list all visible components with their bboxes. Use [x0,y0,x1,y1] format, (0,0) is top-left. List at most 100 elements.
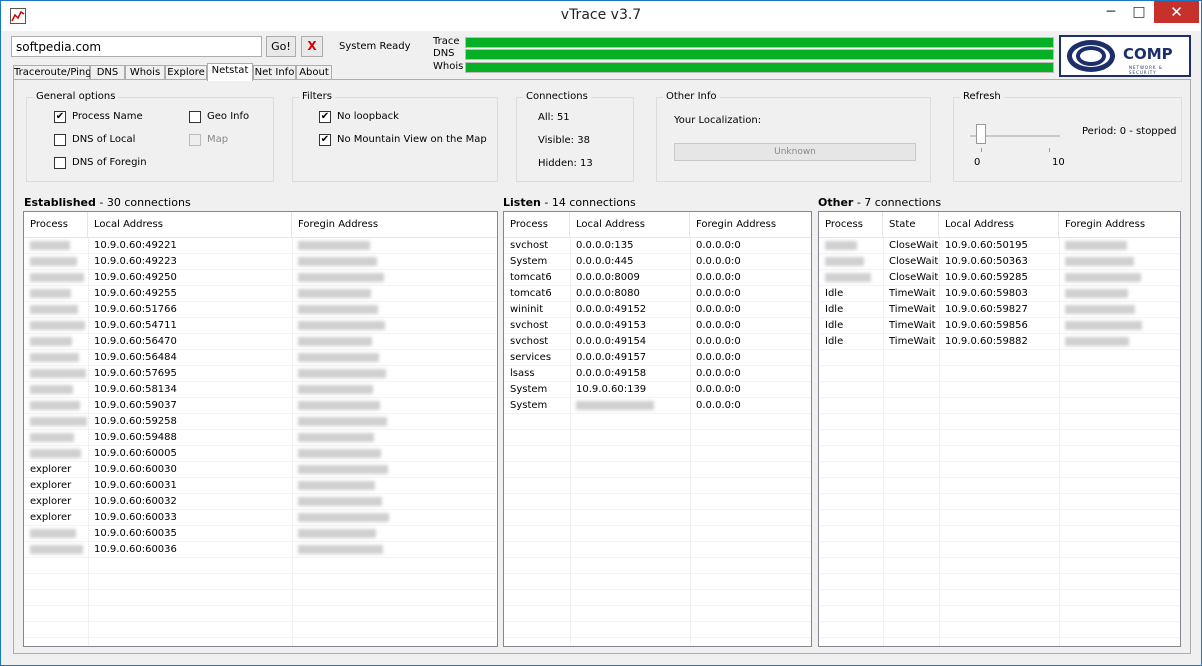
table-row[interactable]: 10.9.0.60:49221 [24,238,497,254]
localization-button[interactable]: Unknown [674,143,916,161]
table-cell-foreign: 0.0.0.0:0 [696,272,741,283]
table-cell-process [24,414,88,430]
other-col-foreign[interactable]: Foregin Address [1059,212,1180,238]
table-cell-foreign [292,350,497,366]
table-row[interactable]: System 0.0.0.0:445 0.0.0.0:0 [504,254,811,270]
table-row[interactable]: CloseWait 10.9.0.60:50195 [819,238,1180,254]
table-cell-local: 0.0.0.0:8080 [576,288,640,299]
established-list[interactable]: Process Local Address Foregin Address 10… [23,211,498,647]
other-col-local[interactable]: Local Address [939,212,1059,238]
status-text: System Ready [339,41,411,52]
no-loopback-checkbox-box[interactable]: ✔ [319,111,331,123]
process-name-checkbox-box[interactable]: ✔ [54,111,66,123]
table-row[interactable]: 10.9.0.60:57695 [24,366,497,382]
tab-netstat[interactable]: Netstat [207,63,253,81]
table-row[interactable]: 10.9.0.60:49255 [24,286,497,302]
table-row[interactable]: 10.9.0.60:51766 [24,302,497,318]
table-row [504,574,811,590]
table-cell-foreign [292,270,497,286]
connections-hidden: Hidden: 13 [538,158,593,169]
other-col-process[interactable]: Process [819,212,883,238]
refresh-slider-thumb[interactable] [976,124,986,144]
table-cell-local: 10.9.0.60:60033 [94,512,177,523]
established-col-foreign[interactable]: Foregin Address [292,212,497,238]
table-row[interactable]: 10.9.0.60:59488 [24,430,497,446]
table-cell-foreign [292,446,497,462]
table-row[interactable]: System 0.0.0.0:0 [504,398,811,414]
redacted-text [1065,256,1134,266]
table-row[interactable]: svchost 0.0.0.0:49153 0.0.0.0:0 [504,318,811,334]
tab-whois[interactable]: Whois [125,65,165,80]
table-row[interactable]: svchost 0.0.0.0:135 0.0.0.0:0 [504,238,811,254]
table-row[interactable]: 10.9.0.60:60005 [24,446,497,462]
table-cell-foreign [292,414,497,430]
tab-net-info[interactable]: Net Info [253,65,296,80]
table-row[interactable]: svchost 0.0.0.0:49154 0.0.0.0:0 [504,334,811,350]
redacted-text [30,304,78,314]
table-row[interactable]: 10.9.0.60:60036 [24,542,497,558]
table-row[interactable]: 10.9.0.60:49223 [24,254,497,270]
table-cell-foreign: 0.0.0.0:0 [696,368,741,379]
maximize-button[interactable]: □ [1126,1,1152,23]
table-row[interactable]: tomcat6 0.0.0.0:8009 0.0.0.0:0 [504,270,811,286]
tab-dns[interactable]: DNS [90,65,125,80]
refresh-group: Refresh 0 10 Period: 0 - stopped [953,91,1182,182]
table-row[interactable]: CloseWait 10.9.0.60:50363 [819,254,1180,270]
table-row [819,462,1180,478]
table-row[interactable]: tomcat6 0.0.0.0:8080 0.0.0.0:0 [504,286,811,302]
table-row[interactable]: Idle TimeWait 10.9.0.60:59803 [819,286,1180,302]
established-col-local[interactable]: Local Address [88,212,292,238]
table-row[interactable]: 10.9.0.60:56484 [24,350,497,366]
no-mountain-view-checkbox-box[interactable]: ✔ [319,134,331,146]
table-cell-foreign [292,334,497,350]
table-row[interactable]: 10.9.0.60:56470 [24,334,497,350]
listen-list[interactable]: Process Local Address Foregin Address sv… [503,211,812,647]
redacted-text [30,336,72,346]
geo-info-checkbox-box[interactable] [189,111,201,123]
stop-button[interactable]: X [301,36,323,57]
listen-col-process[interactable]: Process [504,212,570,238]
table-row[interactable]: CloseWait 10.9.0.60:59285 [819,270,1180,286]
listen-col-local[interactable]: Local Address [570,212,690,238]
table-row[interactable]: 10.9.0.60:54711 [24,318,497,334]
table-row[interactable]: wininit 0.0.0.0:49152 0.0.0.0:0 [504,302,811,318]
redacted-text [30,432,74,442]
go-button[interactable]: Go! [266,36,296,57]
other-list[interactable]: Process State Local Address Foregin Addr… [818,211,1181,647]
table-row[interactable]: explorer 10.9.0.60:60030 [24,462,497,478]
table-row [504,446,811,462]
table-cell-foreign [292,382,497,398]
table-row[interactable]: 10.9.0.60:49250 [24,270,497,286]
tab-explore[interactable]: Explore [165,65,207,80]
filters-title: Filters [299,91,335,102]
redacted-text [30,448,81,458]
tab-traceroute-ping[interactable]: Traceroute/Ping [13,65,92,80]
table-row[interactable]: Idle TimeWait 10.9.0.60:59882 [819,334,1180,350]
table-row[interactable]: Idle TimeWait 10.9.0.60:59827 [819,302,1180,318]
table-row[interactable]: 10.9.0.60:59037 [24,398,497,414]
dns-of-local-checkbox-box[interactable] [54,134,66,146]
listen-col-foreign[interactable]: Foregin Address [690,212,811,238]
other-col-state[interactable]: State [883,212,939,238]
table-row [819,494,1180,510]
table-row[interactable]: System 10.9.0.60:139 0.0.0.0:0 [504,382,811,398]
table-cell-local [570,398,690,414]
url-input[interactable] [11,36,262,57]
minimize-button[interactable]: ─ [1098,1,1124,23]
table-row[interactable]: explorer 10.9.0.60:60031 [24,478,497,494]
table-row[interactable]: services 0.0.0.0:49157 0.0.0.0:0 [504,350,811,366]
tab-about[interactable]: About [296,65,332,80]
table-row[interactable]: 10.9.0.60:58134 [24,382,497,398]
table-row[interactable]: explorer 10.9.0.60:60032 [24,494,497,510]
table-row[interactable]: 10.9.0.60:60035 [24,526,497,542]
table-cell-local: 10.9.0.60:56470 [94,336,177,347]
table-row[interactable]: 10.9.0.60:59258 [24,414,497,430]
table-row[interactable]: lsass 0.0.0.0:49158 0.0.0.0:0 [504,366,811,382]
dns-of-foregin-checkbox-box[interactable] [54,157,66,169]
table-row[interactable]: explorer 10.9.0.60:60033 [24,510,497,526]
established-col-process[interactable]: Process [24,212,88,238]
table-cell-foreign [1059,318,1180,334]
established-header: Process Local Address Foregin Address [24,212,497,238]
close-button[interactable]: ✕ [1154,1,1199,23]
table-row[interactable]: Idle TimeWait 10.9.0.60:59856 [819,318,1180,334]
